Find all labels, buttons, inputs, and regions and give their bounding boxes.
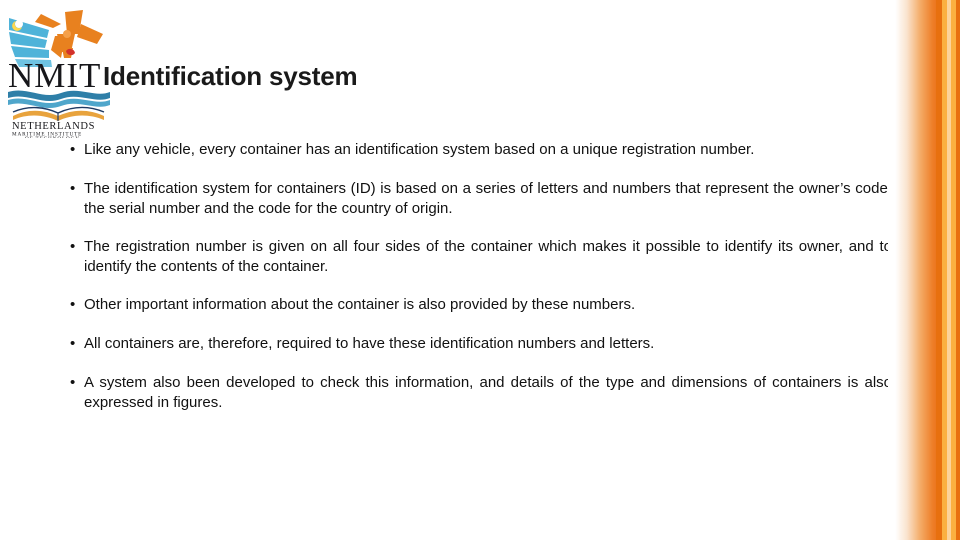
list-item: • All containers are, therefore, require… [62, 334, 892, 354]
list-item-text: Like any vehicle, every container has an… [84, 141, 755, 158]
edge-stripe [956, 0, 960, 540]
logo-line1-text: NETHERLANDS [12, 121, 95, 132]
edge-stripe [936, 0, 942, 540]
nmit-logo: NMIT NETHERLANDS MARITIME INSTITUTE OF T… [5, 4, 113, 138]
logo-book-icon [12, 106, 105, 121]
logo-line3-text: OF TECHNOLOGY [25, 136, 80, 138]
logo-acronym-text: NMIT [8, 56, 101, 95]
list-item: • The registration number is given on al… [62, 237, 892, 276]
list-item-text: All containers are, therefore, required … [84, 335, 655, 352]
list-item-text: A system also been developed to check th… [84, 374, 892, 411]
bullet-point-icon: • [70, 335, 76, 352]
list-item: • Like any vehicle, every container has … [62, 140, 892, 160]
list-item-text: The identification system for containers… [84, 180, 892, 217]
edge-stripe [942, 0, 947, 540]
list-item: • Other important information about the … [62, 295, 892, 315]
list-item: • A system also been developed to check … [62, 373, 892, 412]
page-title: Identification system [103, 61, 358, 91]
bullet-point-icon: • [70, 296, 76, 313]
slide: NMIT NETHERLANDS MARITIME INSTITUTE OF T… [0, 0, 960, 540]
bullet-point-icon: • [70, 141, 76, 158]
bullet-point-icon: • [70, 374, 76, 391]
bullet-list: • Like any vehicle, every container has … [62, 140, 892, 431]
edge-stripe [947, 0, 951, 540]
bullet-point-icon: • [70, 238, 76, 255]
edge-stripe [951, 0, 956, 540]
bullet-point-icon: • [70, 180, 76, 197]
list-item-text: The registration number is given on all … [84, 238, 892, 275]
right-edge-decoration [888, 0, 960, 540]
list-item-text: Other important information about the co… [84, 296, 636, 313]
list-item: • The identification system for containe… [62, 179, 892, 218]
edge-gradient [888, 0, 940, 540]
